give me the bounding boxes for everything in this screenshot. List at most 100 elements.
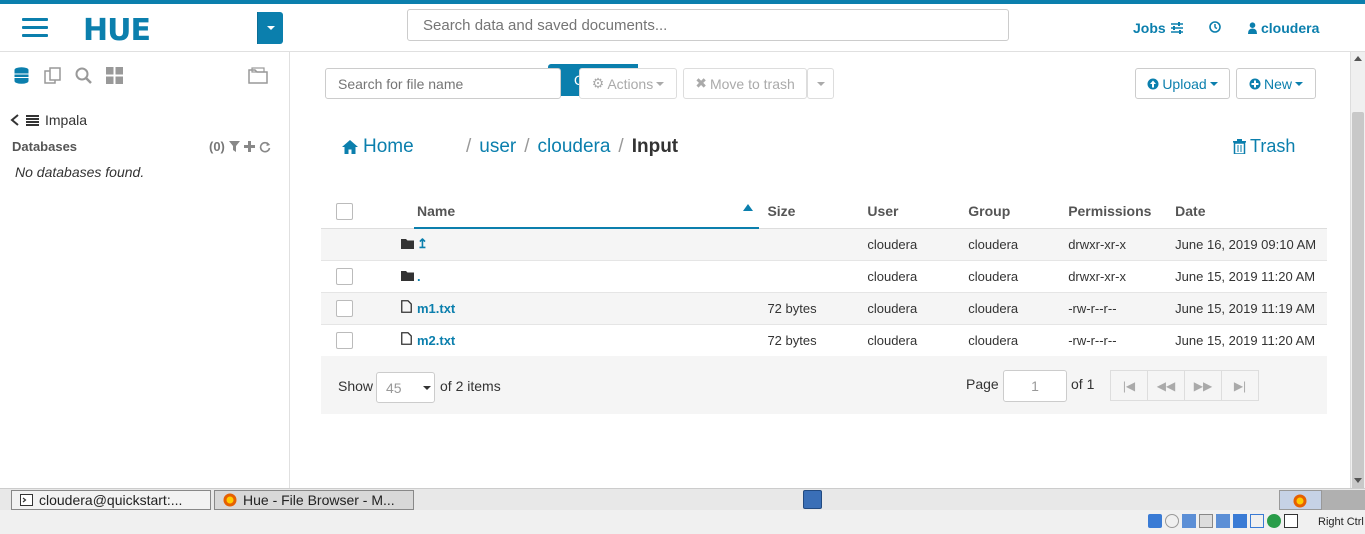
global-search-input[interactable]	[407, 9, 1009, 41]
trash-link[interactable]: Trash	[1233, 136, 1295, 157]
table-row[interactable]: ↥ cloudera cloudera drwxr-xr-x June 16, …	[321, 228, 1327, 261]
column-header-size[interactable]: Size	[759, 194, 860, 229]
name-header-label: Name	[416, 202, 456, 219]
file-group: cloudera	[960, 228, 1061, 261]
history-icon[interactable]	[1208, 20, 1222, 34]
taskbar-item-firefox[interactable]: Hue - File Browser - M...	[214, 490, 414, 510]
file-group: cloudera	[960, 260, 1061, 293]
taskbar-item-terminal[interactable]: cloudera@quickstart:...	[11, 490, 211, 510]
folder-icon	[400, 238, 414, 249]
query-dropdown-toggle[interactable]	[257, 12, 283, 44]
top-navbar: HUE Query Jobs cloudera	[0, 4, 1365, 96]
hamburger-menu-icon[interactable]	[22, 18, 48, 38]
page-number-input[interactable]: 1	[1003, 370, 1067, 402]
first-page-icon[interactable]: |◀	[1110, 370, 1148, 401]
chevron-left-icon[interactable]	[10, 114, 20, 126]
column-header-name[interactable]: Name	[413, 194, 760, 229]
shared-folders-icon[interactable]	[1233, 514, 1247, 528]
database-icon[interactable]	[12, 66, 31, 85]
row-checkbox[interactable]	[336, 267, 353, 285]
current-dir-link[interactable]: .	[417, 269, 421, 284]
usb-icon[interactable]	[1216, 514, 1230, 528]
page-size-select[interactable]: 45	[376, 372, 435, 403]
tray-app-firefox-icon[interactable]	[1279, 490, 1322, 510]
breadcrumb-separator: /	[466, 136, 472, 157]
last-page-icon[interactable]: ▶|	[1221, 370, 1259, 401]
plus-icon[interactable]	[243, 141, 255, 152]
table-row[interactable]: . cloudera cloudera drwxr-xr-x June 15, …	[321, 260, 1327, 293]
file-user: cloudera	[859, 228, 961, 261]
breadcrumb-user[interactable]: user	[479, 136, 516, 158]
page-count: of 1	[1071, 376, 1095, 392]
breadcrumb: / user / cloudera / Input	[458, 136, 678, 158]
pager-buttons: |◀ ◀◀ ▶▶ ▶|	[1110, 370, 1259, 401]
chevron-down-icon	[1209, 81, 1218, 86]
page-size-value: 45	[386, 380, 402, 396]
row-checkbox[interactable]	[336, 299, 353, 317]
table-row[interactable]: m2.txt 72 bytes cloudera cloudera -rw-r-…	[321, 324, 1327, 357]
recording-icon[interactable]	[1267, 514, 1281, 528]
file-date: June 15, 2019 11:20 AM	[1167, 324, 1327, 357]
file-link[interactable]: m2.txt	[417, 333, 455, 348]
display-icon[interactable]	[1250, 514, 1264, 528]
file-size: 72 bytes	[759, 292, 860, 325]
grid-apps-icon[interactable]	[105, 66, 124, 85]
file-icon	[401, 332, 412, 345]
select-all-checkbox[interactable]	[336, 202, 353, 220]
search-icon[interactable]	[74, 66, 93, 85]
filter-icon[interactable]	[228, 141, 240, 152]
scroll-down-icon[interactable]	[1354, 478, 1362, 483]
jobs-button[interactable]: Jobs	[1133, 20, 1184, 36]
breadcrumb-home[interactable]: Home	[342, 136, 414, 158]
file-user: cloudera	[859, 292, 961, 325]
items-count: of 2 items	[440, 378, 501, 394]
user-menu[interactable]: cloudera	[1248, 20, 1319, 36]
parent-dir-link[interactable]: ↥	[417, 236, 428, 251]
column-header-permissions[interactable]: Permissions	[1060, 194, 1168, 229]
hard-disk-icon[interactable]	[1148, 514, 1162, 528]
actions-button[interactable]: ⚙ Actions	[579, 68, 677, 99]
upload-button[interactable]: Upload	[1135, 68, 1230, 99]
file-link[interactable]: m1.txt	[417, 301, 455, 316]
plus-circle-icon	[1249, 78, 1261, 89]
column-header-group[interactable]: Group	[960, 194, 1061, 229]
file-permissions: drwxr-xr-x	[1060, 228, 1168, 261]
file-group: cloudera	[960, 324, 1061, 357]
breadcrumb-cloudera[interactable]: cloudera	[538, 136, 611, 158]
optical-drive-icon[interactable]	[1165, 514, 1179, 528]
file-user: cloudera	[859, 260, 961, 293]
scrollbar-thumb[interactable]	[1352, 112, 1364, 507]
column-header-user[interactable]: User	[859, 194, 961, 229]
trash-dropdown-toggle[interactable]	[807, 68, 834, 99]
scroll-up-icon[interactable]	[1354, 56, 1362, 61]
folder-open-icon[interactable]	[248, 66, 268, 84]
upload-circle-icon	[1147, 78, 1159, 89]
vertical-scrollbar[interactable]	[1350, 52, 1365, 507]
table-row[interactable]: m1.txt 72 bytes cloudera cloudera -rw-r-…	[321, 292, 1327, 325]
audio-icon[interactable]	[1182, 514, 1196, 528]
jobs-label: Jobs	[1133, 20, 1166, 36]
new-button[interactable]: New	[1236, 68, 1316, 99]
next-page-icon[interactable]: ▶▶	[1184, 370, 1222, 401]
network-icon[interactable]	[1199, 514, 1213, 528]
trash-label: Trash	[1250, 136, 1296, 156]
column-header-date[interactable]: Date	[1167, 194, 1327, 229]
left-sidebar: Impala Databases (0) No databases found.	[0, 52, 290, 488]
mouse-integration-icon[interactable]	[1284, 514, 1298, 528]
impala-source[interactable]: Impala	[10, 112, 87, 128]
move-to-trash-button[interactable]: ✖ Move to trash	[683, 68, 807, 99]
sort-ascending-icon	[743, 204, 754, 211]
hue-logo[interactable]: HUE	[83, 13, 151, 48]
refresh-icon[interactable]	[259, 141, 271, 153]
file-search-input[interactable]	[325, 68, 561, 99]
page-label: Page	[966, 376, 999, 392]
terminal-icon	[20, 494, 33, 506]
terminal-task-label: cloudera@quickstart:...	[39, 492, 183, 508]
row-checkbox[interactable]	[336, 331, 353, 349]
workspace-switcher-icon[interactable]	[803, 490, 822, 509]
previous-page-icon[interactable]: ◀◀	[1147, 370, 1185, 401]
documents-icon[interactable]	[43, 66, 62, 85]
file-icon	[401, 300, 412, 313]
host-key-label: Right Ctrl	[1318, 516, 1364, 528]
vm-status-bar: Right Ctrl	[0, 510, 1365, 534]
